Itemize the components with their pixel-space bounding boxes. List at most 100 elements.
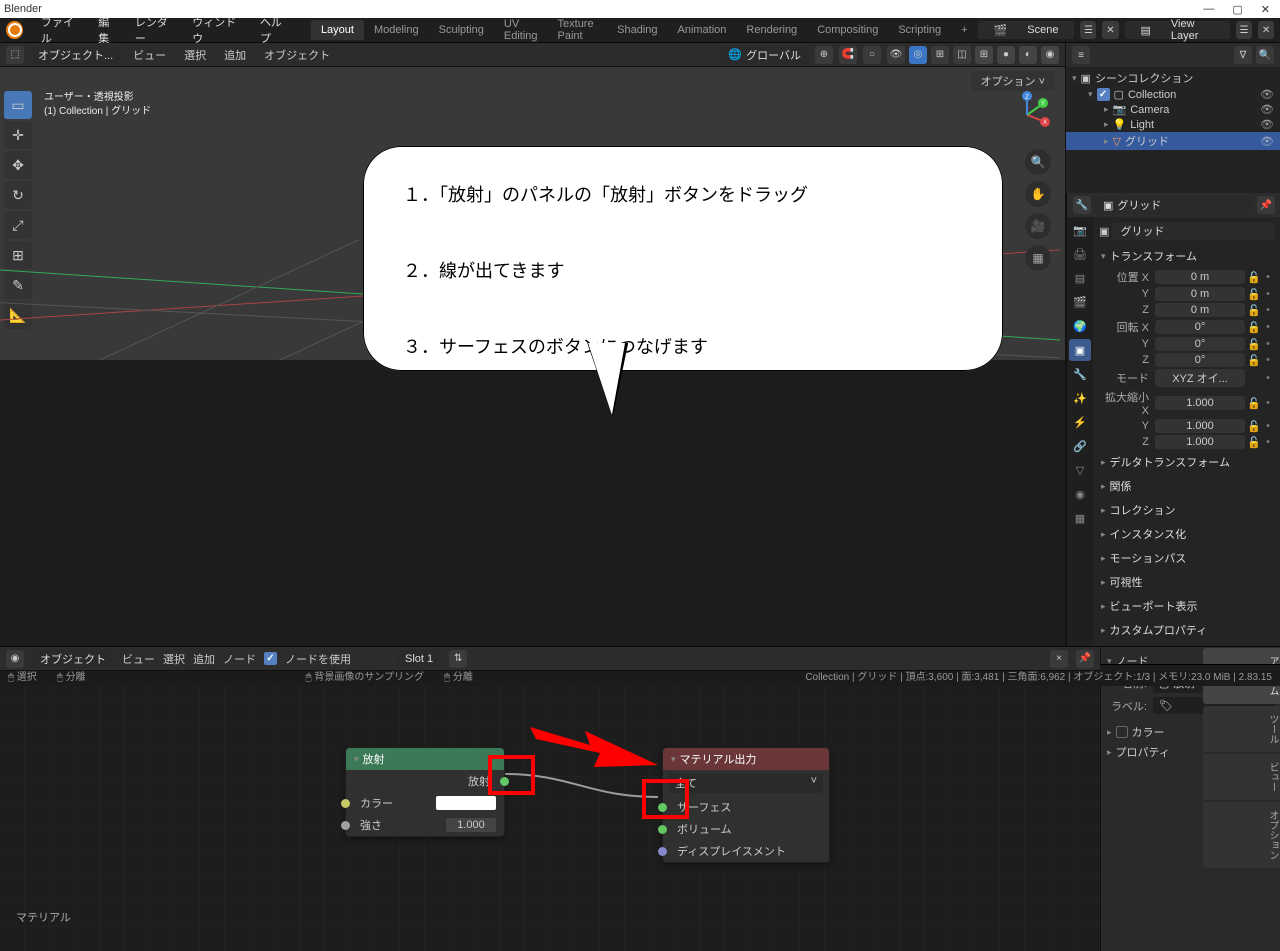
tab-add[interactable]: + bbox=[951, 20, 977, 40]
socket-emission-out[interactable]: 放射 bbox=[346, 770, 504, 792]
eye-icon[interactable]: 👁 bbox=[1260, 135, 1274, 148]
socket-strength-in[interactable]: 強さ 1.000 bbox=[346, 814, 504, 836]
viewport-display-panel-header[interactable]: ▸ビューポート表示 bbox=[1099, 594, 1275, 618]
node-editor[interactable]: ◉ オブジェクト ビュー 選択 追加 ノード ✓ ノードを使用 Slot 1 ⇅… bbox=[0, 647, 1100, 951]
viewlayer-selector[interactable]: ▤View Layer bbox=[1125, 21, 1231, 39]
grid-row[interactable]: ▸ ▽ グリッド 👁 bbox=[1066, 132, 1280, 150]
camera-view-icon[interactable]: 🎥 bbox=[1025, 213, 1051, 239]
scene-selector[interactable]: 🎬Scene bbox=[978, 21, 1075, 39]
gizmo-toggle[interactable]: ◎ bbox=[909, 46, 927, 64]
ptab-physics[interactable]: ⚡ bbox=[1069, 411, 1091, 433]
tab-uv[interactable]: UV Editing bbox=[494, 14, 548, 46]
menu-help[interactable]: ヘルプ bbox=[252, 14, 299, 46]
scene-new-button[interactable]: ☰ bbox=[1080, 21, 1096, 39]
xray-toggle[interactable]: ◫ bbox=[953, 46, 971, 64]
light-row[interactable]: ▸ 💡 Light 👁 bbox=[1066, 117, 1280, 132]
camera-row[interactable]: ▸ 📷 Camera 👁 bbox=[1066, 102, 1280, 117]
options-dropdown[interactable]: オプション ˅ bbox=[971, 71, 1055, 91]
relations-panel-header[interactable]: ▸関係 bbox=[1099, 474, 1275, 498]
vtab-options[interactable]: オプション bbox=[1203, 802, 1280, 868]
ptab-world[interactable]: 🌍 bbox=[1069, 315, 1091, 337]
proportional-icon[interactable]: ○ bbox=[863, 46, 881, 64]
pin-icon[interactable]: 📌 bbox=[1257, 196, 1275, 214]
loc-y-field[interactable]: 0 m bbox=[1155, 287, 1245, 301]
custom-props-panel-header[interactable]: ▸カスタムプロパティ bbox=[1099, 618, 1275, 642]
visibility-panel-header[interactable]: ▸可視性 bbox=[1099, 570, 1275, 594]
scene-collection-row[interactable]: ▾▣ シーンコレクション bbox=[1066, 69, 1280, 87]
scl-x-field[interactable]: 1.000 bbox=[1155, 396, 1245, 410]
scl-y-field[interactable]: 1.000 bbox=[1155, 419, 1245, 433]
ptab-output[interactable]: 🖨 bbox=[1069, 243, 1091, 265]
minimize-icon[interactable]: — bbox=[1203, 3, 1214, 16]
delta-panel-header[interactable]: ▸デルタトランスフォーム bbox=[1099, 450, 1275, 474]
ptab-render[interactable]: 📷 bbox=[1069, 219, 1091, 241]
viewlayer-delete-button[interactable]: ✕ bbox=[1258, 21, 1274, 39]
shading-wire-icon[interactable]: ⊞ bbox=[975, 46, 993, 64]
color-swatch[interactable] bbox=[436, 796, 496, 810]
mode-selector[interactable]: オブジェクト... bbox=[30, 46, 121, 64]
outliner-filter-icon[interactable]: ∇ bbox=[1234, 46, 1252, 64]
tab-shading[interactable]: Shading bbox=[607, 20, 667, 40]
menu-edit[interactable]: 編集 bbox=[90, 14, 127, 46]
ptab-scene[interactable]: 🎬 bbox=[1069, 291, 1091, 313]
tab-rendering[interactable]: Rendering bbox=[736, 20, 807, 40]
rot-y-field[interactable]: 0° bbox=[1155, 337, 1245, 351]
persp-ortho-icon[interactable]: ▦ bbox=[1025, 245, 1051, 271]
eye-icon[interactable]: 👁 bbox=[1260, 103, 1274, 116]
collection-row[interactable]: ▾ ✓ ▢ Collection 👁 bbox=[1066, 87, 1280, 102]
rot-z-field[interactable]: 0° bbox=[1155, 353, 1245, 367]
tool-cursor[interactable]: ✛ bbox=[4, 121, 32, 149]
output-target-selector[interactable]: 全て˅ bbox=[669, 773, 823, 793]
shading-matprev-icon[interactable]: ◐ bbox=[1019, 46, 1037, 64]
vp-menu-view[interactable]: ビュー bbox=[127, 47, 172, 63]
data-name-field[interactable]: グリッド bbox=[1112, 222, 1275, 240]
props-type-icon[interactable]: 🔧 bbox=[1073, 196, 1091, 214]
rotation-mode-field[interactable]: XYZ オイ... bbox=[1155, 369, 1245, 387]
tab-scripting[interactable]: Scripting bbox=[888, 20, 951, 40]
ptab-mesh[interactable]: ▽ bbox=[1069, 459, 1091, 481]
vtab-tool[interactable]: ツール bbox=[1203, 706, 1280, 752]
visibility-icon[interactable]: 👁 bbox=[887, 46, 905, 64]
ptab-texture[interactable]: ▦ bbox=[1069, 507, 1091, 529]
socket-volume-in[interactable]: ボリューム bbox=[663, 818, 829, 840]
menu-file[interactable]: ファイル bbox=[33, 14, 90, 46]
tab-layout[interactable]: Layout bbox=[311, 20, 364, 40]
ptab-constraints[interactable]: 🔗 bbox=[1069, 435, 1091, 457]
transform-panel-header[interactable]: ▾トランスフォーム bbox=[1099, 244, 1275, 268]
overlay-toggle[interactable]: ⊞ bbox=[931, 46, 949, 64]
ptab-modifiers[interactable]: 🔧 bbox=[1069, 363, 1091, 385]
orientation-selector[interactable]: 🌐グローバル bbox=[720, 46, 809, 64]
outliner-type-icon[interactable]: ≡ bbox=[1072, 46, 1090, 64]
scene-delete-button[interactable]: ✕ bbox=[1102, 21, 1118, 39]
pan-icon[interactable]: ✋ bbox=[1025, 181, 1051, 207]
socket-color-in[interactable]: カラー bbox=[346, 792, 504, 814]
axis-gizmo[interactable]: Z Y X bbox=[1003, 91, 1051, 139]
collection-check[interactable]: ✓ bbox=[1097, 88, 1110, 101]
tab-animation[interactable]: Animation bbox=[668, 20, 737, 40]
zoom-icon[interactable]: 🔍 bbox=[1025, 149, 1051, 175]
shading-solid-icon[interactable]: ● bbox=[997, 46, 1015, 64]
vp-menu-select[interactable]: 選択 bbox=[178, 47, 212, 63]
tool-rotate[interactable]: ↻ bbox=[4, 181, 32, 209]
eye-icon[interactable]: 👁 bbox=[1260, 118, 1274, 131]
pivot-icon[interactable]: ⊕ bbox=[815, 46, 833, 64]
scl-z-field[interactable]: 1.000 bbox=[1155, 435, 1245, 449]
ptab-particles[interactable]: ✨ bbox=[1069, 387, 1091, 409]
props-object-field[interactable]: ▣ グリッド bbox=[1095, 196, 1253, 214]
shading-rendered-icon[interactable]: ◉ bbox=[1041, 46, 1059, 64]
tab-modeling[interactable]: Modeling bbox=[364, 20, 429, 40]
rot-x-field[interactable]: 0° bbox=[1155, 320, 1245, 334]
motion-panel-header[interactable]: ▸モーションパス bbox=[1099, 546, 1275, 570]
menu-window[interactable]: ウィンドウ bbox=[184, 14, 252, 46]
viewlayer-new-button[interactable]: ☰ bbox=[1236, 21, 1252, 39]
tab-compositing[interactable]: Compositing bbox=[807, 20, 888, 40]
snap-icon[interactable]: 🧲 bbox=[839, 46, 857, 64]
tab-texture[interactable]: Texture Paint bbox=[548, 14, 608, 46]
menu-render[interactable]: レンダー bbox=[127, 14, 184, 46]
ptab-viewlayer[interactable]: ▤ bbox=[1069, 267, 1091, 289]
ptab-material[interactable]: ◉ bbox=[1069, 483, 1091, 505]
close-icon[interactable]: ✕ bbox=[1261, 3, 1270, 16]
tool-select-box[interactable]: ▭ bbox=[4, 91, 32, 119]
tool-move[interactable]: ✥ bbox=[4, 151, 32, 179]
vtab-view[interactable]: ビュー bbox=[1203, 754, 1280, 800]
